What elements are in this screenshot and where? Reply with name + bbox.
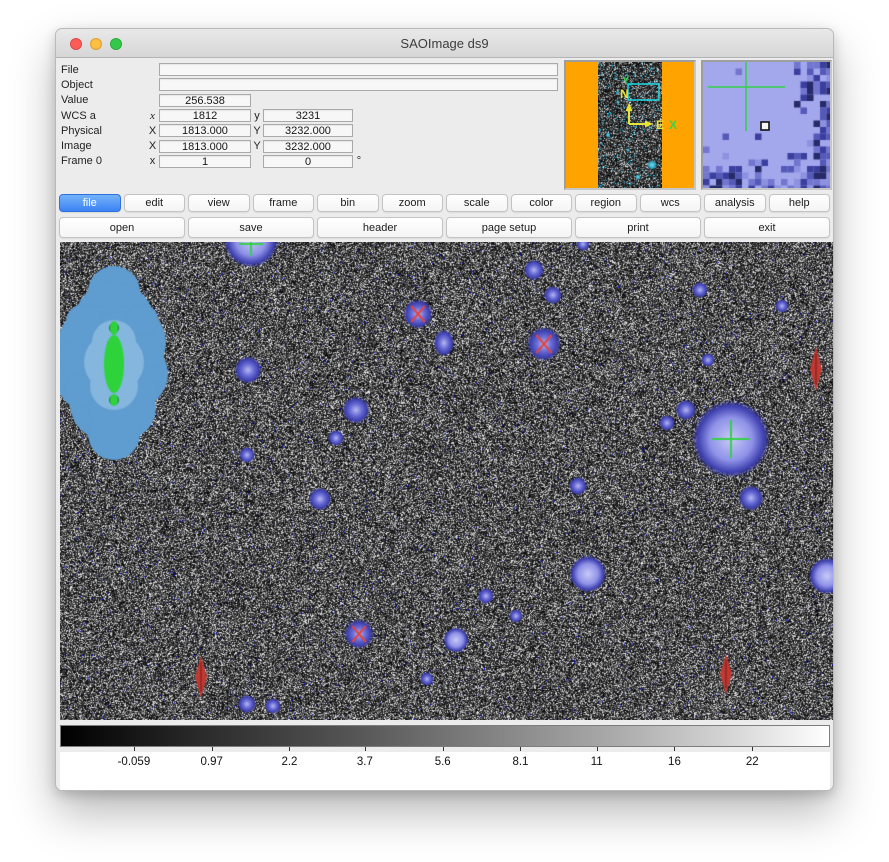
frame-x-letter: x <box>146 155 159 167</box>
colorbar[interactable] <box>60 725 830 747</box>
physical-x-letter: X <box>146 125 159 137</box>
object-row: Object <box>61 77 561 92</box>
colorbar-tick-label: 2.2 <box>281 756 297 768</box>
svg-text:E: E <box>656 118 664 132</box>
value-row: Value 256.538 <box>61 93 561 108</box>
colorbar-tick-label: 3.7 <box>357 756 373 768</box>
ds9-window: SAOImage ds9 File Object Value 256.538 <box>55 28 834 791</box>
physical-y-letter: Y <box>251 125 263 137</box>
print-button[interactable]: print <box>575 217 701 238</box>
image-frame <box>60 242 830 720</box>
minimize-button[interactable] <box>90 38 102 50</box>
magnifier-panel[interactable] <box>701 60 832 190</box>
physical-y-field[interactable]: 3232.000 <box>263 124 353 137</box>
colorbar-tick <box>597 747 598 751</box>
colorbar-tick <box>520 747 521 751</box>
command-bar: open save header page setup print exit <box>56 214 833 240</box>
value-field[interactable]: 256.538 <box>159 94 251 107</box>
titlebar[interactable]: SAOImage ds9 <box>56 29 833 58</box>
colorbar-tick-label: 11 <box>591 756 603 768</box>
physical-row: Physical X 1813.000 Y 3232.000 <box>61 123 561 138</box>
file-field[interactable] <box>159 63 558 76</box>
colorbar-tick <box>365 747 366 751</box>
image-y-field[interactable]: 3232.000 <box>263 140 353 153</box>
physical-label: Physical <box>61 125 146 137</box>
image-row: Image X 1813.000 Y 3232.000 <box>61 138 561 153</box>
wcs-x-letter: x <box>146 110 159 122</box>
panner-panel[interactable]: YN EX <box>564 60 696 190</box>
image-label: Image <box>61 140 146 152</box>
magnifier-crosshair <box>703 62 830 188</box>
close-button[interactable] <box>70 38 82 50</box>
colorbar-tick-label: 0.97 <box>200 756 222 768</box>
colorbar-tick-label: 8.1 <box>512 756 528 768</box>
frame-zoom-field[interactable]: 1 <box>159 155 251 168</box>
object-label: Object <box>61 79 146 91</box>
frame-label: Frame 0 <box>61 155 146 167</box>
image-x-field[interactable]: 1813.000 <box>159 140 251 153</box>
frame-rotation-field[interactable]: 0 <box>263 155 353 168</box>
colorbar-tick <box>752 747 753 751</box>
save-button[interactable]: save <box>188 217 314 238</box>
menu-help[interactable]: help <box>769 194 831 212</box>
menu-file[interactable]: file <box>59 194 121 212</box>
colorbar-labels: -0.059 0.97 2.2 3.7 5.6 8.1 11 16 22 <box>60 752 830 774</box>
menu-color[interactable]: color <box>511 194 573 212</box>
sky-canvas[interactable] <box>60 242 833 720</box>
wcs-row: WCS a x 1812 y 3231 <box>61 108 561 123</box>
menu-scale[interactable]: scale <box>446 194 508 212</box>
traffic-lights <box>70 29 122 58</box>
degree-symbol: ° <box>353 155 365 167</box>
wcs-label: WCS a <box>61 110 146 122</box>
file-row: File <box>61 62 561 77</box>
colorbar-tick-label: -0.059 <box>118 756 151 768</box>
window-title: SAOImage ds9 <box>56 36 833 51</box>
colorbar-section: -0.059 0.97 2.2 3.7 5.6 8.1 11 16 22 <box>60 725 830 774</box>
menu-zoom[interactable]: zoom <box>382 194 444 212</box>
colorbar-tick <box>134 747 135 751</box>
menu-view[interactable]: view <box>188 194 250 212</box>
menu-wcs[interactable]: wcs <box>640 194 702 212</box>
physical-x-field[interactable]: 1813.000 <box>159 124 251 137</box>
colorbar-tick-label: 16 <box>668 756 681 768</box>
frame-row: Frame 0 x 1 0 ° <box>61 154 561 169</box>
menu-analysis[interactable]: analysis <box>704 194 766 212</box>
colorbar-tick <box>674 747 675 751</box>
menu-bar: file edit view frame bin zoom scale colo… <box>56 191 833 214</box>
zoom-button[interactable] <box>110 38 122 50</box>
info-panel: File Object Value 256.538 WCS a x <box>61 62 561 169</box>
header-button[interactable]: header <box>317 217 443 238</box>
menu-bin[interactable]: bin <box>317 194 379 212</box>
file-label: File <box>61 64 146 76</box>
colorbar-tick-label: 5.6 <box>435 756 451 768</box>
image-y-letter: Y <box>251 140 263 152</box>
image-x-letter: X <box>146 140 159 152</box>
exit-button[interactable]: exit <box>704 217 830 238</box>
panner-compass: YN EX <box>566 62 694 188</box>
menu-frame[interactable]: frame <box>253 194 315 212</box>
menu-region[interactable]: region <box>575 194 637 212</box>
colorbar-tick <box>212 747 213 751</box>
wcs-y-letter: y <box>251 110 263 122</box>
info-section: File Object Value 256.538 WCS a x <box>56 58 833 191</box>
object-field[interactable] <box>159 78 558 91</box>
page-setup-button[interactable]: page setup <box>446 217 572 238</box>
colorbar-tick <box>443 747 444 751</box>
svg-text:Y: Y <box>622 75 630 87</box>
open-button[interactable]: open <box>59 217 185 238</box>
menu-edit[interactable]: edit <box>124 194 186 212</box>
svg-text:N: N <box>620 87 629 101</box>
desktop: SAOImage ds9 File Object Value 256.538 <box>0 0 889 862</box>
wcs-x-field[interactable]: 1812 <box>159 109 251 122</box>
colorbar-tick-label: 22 <box>746 756 759 768</box>
svg-text:X: X <box>669 118 677 132</box>
value-label: Value <box>61 94 146 106</box>
colorbar-tick <box>289 747 290 751</box>
wcs-y-field[interactable]: 3231 <box>263 109 353 122</box>
